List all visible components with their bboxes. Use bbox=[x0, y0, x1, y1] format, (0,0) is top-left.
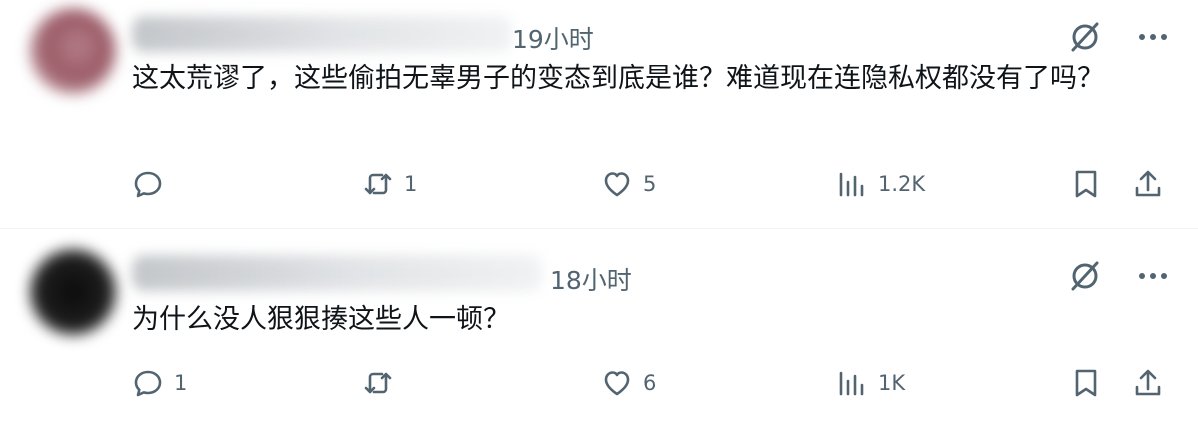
views-count: 1K bbox=[878, 371, 906, 395]
reply-button[interactable]: 1 bbox=[132, 363, 187, 403]
bookmark-icon bbox=[1075, 170, 1097, 198]
share-icon bbox=[1135, 369, 1161, 396]
grok-icon[interactable] bbox=[1068, 259, 1102, 293]
heart-icon bbox=[604, 371, 630, 396]
repost-button[interactable]: 1 bbox=[362, 164, 417, 204]
grok-icon[interactable] bbox=[1068, 20, 1102, 54]
share-icon bbox=[1135, 170, 1161, 197]
heart-icon bbox=[604, 172, 630, 197]
views-button[interactable]: 1.2K bbox=[836, 164, 925, 204]
author-name-redacted[interactable] bbox=[132, 255, 542, 291]
like-button[interactable]: 5 bbox=[601, 164, 656, 204]
avatar[interactable] bbox=[30, 8, 116, 94]
views-count: 1.2K bbox=[878, 172, 926, 196]
post-actions: 1 5 1.2K bbox=[0, 164, 1198, 204]
repost-count: 1 bbox=[404, 172, 418, 196]
post-actions: 1 6 1K bbox=[0, 363, 1198, 403]
share-button[interactable] bbox=[1132, 164, 1164, 204]
reply-icon bbox=[134, 370, 162, 397]
like-button[interactable]: 6 bbox=[601, 363, 656, 403]
post-timestamp[interactable]: 18小时 bbox=[550, 261, 632, 297]
repost-icon bbox=[364, 173, 392, 195]
post-timestamp[interactable]: 19小时 bbox=[512, 20, 594, 56]
reply-icon bbox=[134, 171, 162, 198]
bookmark-icon bbox=[1075, 369, 1097, 397]
reply-count: 1 bbox=[174, 371, 188, 395]
post-text: 为什么没人狠狠揍这些人一顿？ bbox=[132, 304, 510, 335]
bookmark-button[interactable] bbox=[1070, 164, 1102, 204]
reply-button[interactable] bbox=[132, 164, 174, 204]
like-count: 6 bbox=[643, 371, 657, 395]
like-count: 5 bbox=[643, 172, 657, 196]
post[interactable]: 18小时 为什么没人狠狠揍这些人一顿？ 1 6 1K bbox=[0, 229, 1198, 427]
more-icon[interactable] bbox=[1138, 20, 1168, 54]
post[interactable]: 19小时 这太荒谬了，这些偷拍无辜男子的变态到底是谁？难道现在连隐私权都没有了吗… bbox=[0, 0, 1198, 229]
more-icon[interactable] bbox=[1138, 259, 1168, 293]
views-icon bbox=[839, 172, 864, 197]
post-text: 这太荒谬了，这些偷拍无辜男子的变态到底是谁？难道现在连隐私权都没有了吗？ bbox=[132, 63, 1104, 94]
avatar[interactable] bbox=[30, 249, 116, 335]
views-icon bbox=[839, 371, 864, 396]
views-button[interactable]: 1K bbox=[836, 363, 905, 403]
repost-icon bbox=[364, 372, 392, 394]
author-name-redacted[interactable] bbox=[132, 16, 512, 52]
repost-button[interactable] bbox=[362, 363, 404, 403]
share-button[interactable] bbox=[1132, 363, 1164, 403]
bookmark-button[interactable] bbox=[1070, 363, 1102, 403]
